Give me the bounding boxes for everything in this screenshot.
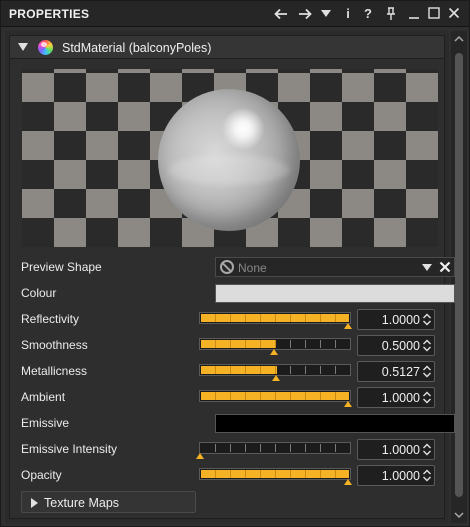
colour-swatch[interactable] — [215, 284, 455, 303]
emissive-label: Emissive — [21, 416, 70, 430]
preview-shape-select[interactable]: None — [215, 257, 455, 277]
clear-x-icon[interactable] — [438, 259, 452, 275]
pin-icon[interactable] — [381, 4, 401, 24]
emissive-intensity-row: Emissive Intensity 1.0000 — [21, 439, 455, 460]
emissive-intensity-slider[interactable] — [196, 439, 351, 459]
opacity-label: Opacity — [21, 468, 62, 482]
maximize-icon[interactable] — [424, 4, 444, 24]
metallicness-row: Metallicness 0.5127 — [21, 361, 455, 382]
properties-panel: PROPERTIES i ? StdMaterial (balconyPoles… — [0, 0, 470, 527]
spinner-icon[interactable] — [422, 312, 432, 327]
texture-maps-label: Texture Maps — [44, 496, 120, 510]
dropdown-icon[interactable] — [316, 4, 336, 24]
slider-ticks — [215, 444, 336, 452]
forward-arrow-icon[interactable] — [295, 4, 315, 24]
smoothness-label: Smoothness — [21, 338, 88, 352]
scroll-thumb[interactable] — [455, 53, 463, 497]
slider-track[interactable] — [199, 468, 351, 480]
opacity-slider[interactable] — [199, 465, 352, 485]
slider-knob[interactable] — [196, 453, 204, 459]
spinner-icon[interactable] — [422, 390, 432, 405]
colour-label: Colour — [21, 286, 57, 300]
smoothness-row: Smoothness 0.5000 — [21, 335, 455, 356]
preview-shape-row: Preview Shape None — [21, 257, 455, 277]
material-ball-icon — [38, 40, 53, 55]
emissive-intensity-input[interactable]: 1.0000 — [357, 439, 435, 460]
expand-triangle-icon[interactable] — [31, 498, 38, 508]
metallicness-label: Metallicness — [21, 364, 88, 378]
slider-track[interactable] — [199, 312, 351, 324]
emissive-row: Emissive — [21, 413, 455, 433]
texture-maps-expander[interactable]: Texture Maps — [21, 491, 196, 513]
opacity-input[interactable]: 1.0000 — [357, 465, 435, 486]
ambient-row: Ambient 1.0000 — [21, 387, 455, 408]
scroll-down-icon[interactable] — [451, 507, 467, 523]
panel-titlebar: PROPERTIES i ? — [1, 1, 469, 27]
slider-knob[interactable] — [272, 375, 280, 381]
smoothness-input[interactable]: 0.5000 — [357, 335, 435, 356]
material-section-title: StdMaterial (balconyPoles) — [62, 41, 212, 55]
material-preview — [22, 69, 438, 247]
slider-ticks — [215, 340, 336, 348]
smoothness-value: 0.5000 — [381, 339, 420, 353]
colour-row: Colour — [21, 283, 455, 303]
emissive-intensity-label: Emissive Intensity — [21, 442, 118, 456]
panel-title: PROPERTIES — [9, 7, 90, 21]
reflectivity-row: Reflectivity 1.0000 — [21, 309, 455, 330]
reflectivity-input[interactable]: 1.0000 — [357, 309, 435, 330]
metallicness-value: 0.5127 — [381, 365, 420, 379]
ambient-label: Ambient — [21, 390, 66, 404]
preview-shape-label: Preview Shape — [21, 260, 102, 274]
emissive-swatch[interactable] — [215, 414, 455, 433]
slider-knob[interactable] — [344, 479, 352, 485]
collapse-triangle-icon[interactable] — [18, 43, 28, 51]
chevron-down-icon[interactable] — [422, 264, 432, 271]
slider-track[interactable] — [199, 390, 351, 402]
ambient-input[interactable]: 1.0000 — [357, 387, 435, 408]
reflectivity-label: Reflectivity — [21, 312, 80, 326]
spinner-icon[interactable] — [422, 364, 432, 379]
opacity-value: 1.0000 — [381, 469, 420, 483]
spinner-icon[interactable] — [422, 468, 432, 483]
scroll-up-icon[interactable] — [451, 31, 467, 47]
reflectivity-value: 1.0000 — [381, 313, 420, 327]
ambient-slider[interactable] — [199, 387, 352, 407]
preview-shape-value: None — [238, 261, 267, 275]
slider-ticks — [215, 366, 336, 374]
spinner-icon[interactable] — [422, 442, 432, 457]
slider-track[interactable] — [199, 442, 351, 454]
back-arrow-icon[interactable] — [271, 4, 291, 24]
none-icon — [220, 260, 234, 274]
slider-knob[interactable] — [344, 323, 352, 329]
spinner-icon[interactable] — [422, 338, 432, 353]
slider-ticks — [215, 470, 336, 478]
preview-sphere — [158, 89, 300, 231]
help-icon[interactable]: ? — [358, 4, 378, 24]
close-icon[interactable] — [444, 4, 464, 24]
metallicness-slider[interactable] — [199, 361, 351, 381]
slider-ticks — [215, 392, 336, 400]
ambient-value: 1.0000 — [381, 391, 420, 405]
slider-ticks — [215, 314, 336, 322]
material-section-header[interactable]: StdMaterial (balconyPoles) — [9, 35, 445, 59]
slider-knob[interactable] — [270, 349, 278, 355]
slider-knob[interactable] — [344, 401, 352, 407]
reflectivity-slider[interactable] — [199, 309, 352, 329]
info-icon[interactable]: i — [338, 4, 358, 24]
opacity-row: Opacity 1.0000 — [21, 465, 455, 486]
minimize-icon[interactable] — [404, 4, 424, 24]
smoothness-slider[interactable] — [199, 335, 351, 355]
emissive-intensity-value: 1.0000 — [381, 443, 420, 457]
metallicness-input[interactable]: 0.5127 — [357, 361, 435, 382]
